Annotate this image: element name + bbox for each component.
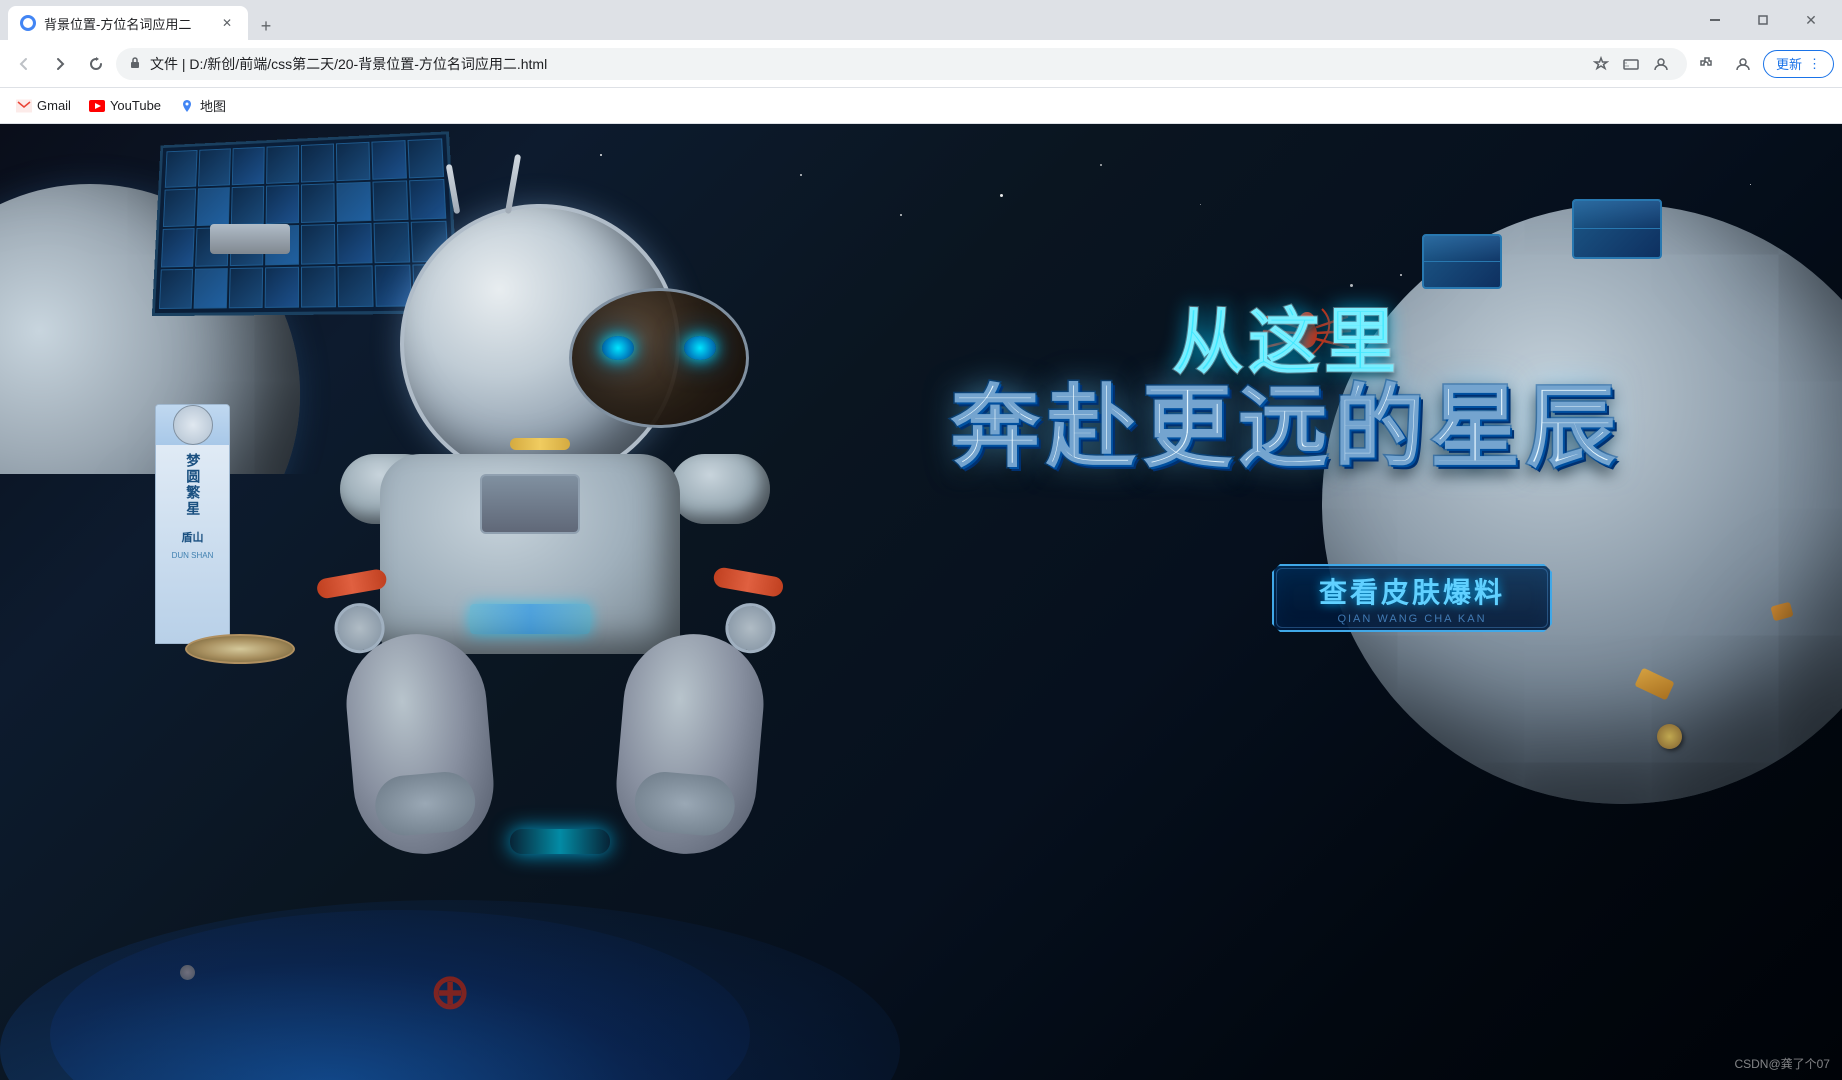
address-bar[interactable]: 文件 | D:/新创/前端/css第二天/20-背景位置-方位名词应用二.htm… [116, 48, 1687, 80]
foot-left [373, 770, 478, 838]
url-text: 文件 | D:/新创/前端/css第二天/20-背景位置-方位名词应用二.htm… [150, 54, 1579, 74]
extensions-button[interactable] [1691, 48, 1723, 80]
space-background: 梦圆繁星 盾山 DUN SHAN [0, 124, 1842, 1080]
cta-subtext: QIAN WANG CHA KAN [1337, 613, 1486, 625]
back-button[interactable] [8, 48, 40, 80]
box-panel-1 [1574, 201, 1660, 229]
bottom-decoration: ⊕ [430, 964, 470, 1020]
headline-line1: 从这里 [950, 304, 1622, 383]
youtube-icon [89, 98, 105, 114]
maximize-button[interactable] [1740, 4, 1786, 36]
update-label: 更新 [1776, 54, 1802, 73]
arm-accent-right [712, 566, 784, 598]
bookmarks-bar: Gmail YouTube 地图 [0, 88, 1842, 124]
astronaut-figure [280, 184, 840, 864]
update-menu-icon: ⋮ [1808, 56, 1821, 72]
torso [380, 454, 680, 654]
headline-line2: 奔赴更远的星辰 [950, 383, 1622, 473]
visor-eye-left [602, 336, 634, 360]
youtube-label: YouTube [110, 98, 161, 113]
product-box-top [156, 405, 229, 445]
leg-left [341, 628, 500, 859]
minimize-button[interactable] [1692, 4, 1738, 36]
bookmark-gmail[interactable]: Gmail [8, 94, 79, 118]
lock-icon [128, 55, 142, 72]
box-panel-2 [1424, 236, 1500, 262]
visor-eye-right [684, 336, 716, 360]
page-content: 梦圆繁星 盾山 DUN SHAN [0, 124, 1842, 1080]
bookmark-star-button[interactable] [1587, 50, 1615, 78]
cast-button[interactable] [1617, 50, 1645, 78]
arm-accent-left [316, 568, 388, 600]
sand-disc [185, 634, 295, 664]
headline-area: 从这里 奔赴更远的星辰 [950, 304, 1622, 473]
helmet-chin-strap [510, 438, 570, 450]
update-button[interactable]: 更新 ⋮ [1763, 50, 1834, 78]
cta-button[interactable]: 查看皮肤爆料 QIAN WANG CHA KAN [1272, 564, 1552, 632]
window-controls: ✕ [1692, 4, 1842, 36]
browser-window: 背景位置-方位名词应用二 ✕ + ✕ [0, 0, 1842, 1080]
maps-icon [179, 98, 195, 114]
tab-close-button[interactable]: ✕ [218, 14, 236, 32]
profile-button[interactable] [1647, 50, 1675, 78]
thruster-glow [510, 829, 610, 854]
gmail-label: Gmail [37, 98, 71, 113]
maps-label: 地图 [200, 96, 226, 115]
product-brand-small: DUN SHAN [170, 549, 216, 562]
address-actions [1587, 50, 1675, 78]
station-box-right-2 [1422, 234, 1502, 289]
close-button[interactable]: ✕ [1788, 4, 1834, 36]
helmet-visor [569, 288, 749, 428]
cta-button-text: 查看皮肤爆料 [1319, 571, 1505, 611]
torso-light [470, 604, 590, 634]
new-tab-button[interactable]: + [252, 12, 280, 40]
reload-button[interactable] [80, 48, 112, 80]
foot-right [632, 770, 737, 838]
debris-3 [1657, 724, 1682, 749]
toolbar: 文件 | D:/新创/前端/css第二天/20-背景位置-方位名词应用二.htm… [0, 40, 1842, 88]
leg-right [611, 628, 770, 859]
product-box: 梦圆繁星 盾山 DUN SHAN [155, 404, 230, 644]
toolbar-right: 更新 ⋮ [1691, 48, 1834, 80]
forward-button[interactable] [44, 48, 76, 80]
bookmark-youtube[interactable]: YouTube [81, 94, 169, 118]
profile-avatar-button[interactable] [1727, 48, 1759, 80]
product-text-main: 梦圆繁星 [179, 445, 207, 525]
tab-favicon [20, 15, 36, 31]
chest-panel [480, 474, 580, 534]
astronaut-helmet [400, 204, 680, 484]
active-tab[interactable]: 背景位置-方位名词应用二 ✕ [8, 6, 248, 40]
product-text-sub: 盾山 [180, 525, 206, 549]
tab-title: 背景位置-方位名词应用二 [44, 14, 210, 33]
bookmark-maps[interactable]: 地图 [171, 92, 234, 119]
product-seal [173, 405, 213, 445]
title-bar: 背景位置-方位名词应用二 ✕ + ✕ [0, 0, 1842, 40]
station-box-right-1 [1572, 199, 1662, 259]
tab-strip: 背景位置-方位名词应用二 ✕ + [0, 0, 1692, 40]
watermark: CSDN@龚了个07 [1734, 1055, 1830, 1072]
gmail-icon [16, 98, 32, 114]
connector-bar [210, 224, 290, 254]
